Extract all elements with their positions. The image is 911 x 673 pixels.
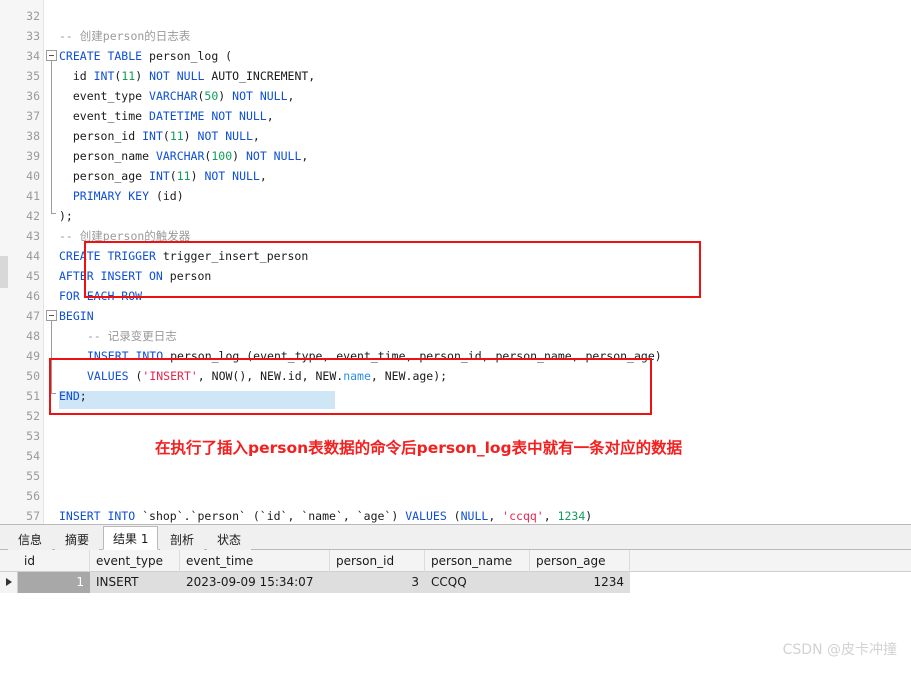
code-text[interactable]: CREATE TRIGGER trigger_insert_person [59, 246, 308, 266]
code-line[interactable]: 48 -- 记录变更日志 [0, 326, 911, 346]
editor-scrollbar-thumb[interactable] [0, 256, 8, 288]
tab-status[interactable]: 状态 [207, 529, 252, 550]
code-fold-toggle-begin[interactable] [46, 310, 57, 321]
code-text[interactable]: VALUES ('INSERT', NOW(), NEW.id, NEW.nam… [87, 366, 447, 386]
code-line[interactable]: 51 END; [0, 386, 911, 406]
code-fold-bracket-end [51, 213, 56, 214]
code-fold-bracket-line [51, 61, 52, 213]
code-line[interactable]: 56 [0, 486, 911, 506]
cell-event-type[interactable]: INSERT [90, 572, 180, 593]
code-line[interactable]: 40 person_age INT(11) NOT NULL, [0, 166, 911, 186]
code-text[interactable]: person_id INT(11) NOT NULL, [59, 126, 260, 146]
code-text[interactable]: PRIMARY KEY (id) [59, 186, 184, 206]
sql-editor[interactable]: 31 32 33 -- 创建person的日志表 34 CREATE TABLE… [0, 0, 911, 524]
result-panel: 信息 摘要 结果 1 剖析 状态 id event_type event_tim… [0, 524, 911, 673]
tab-summary[interactable]: 摘要 [55, 529, 100, 550]
annotation-note-text: 在执行了插入person表数据的命令后person_log表中就有一条对应的数据 [155, 439, 683, 457]
sql-client-window: 31 32 33 -- 创建person的日志表 34 CREATE TABLE… [0, 0, 911, 673]
code-line[interactable]: 36 event_type VARCHAR(50) NOT NULL, [0, 86, 911, 106]
code-line[interactable]: 57 INSERT INTO `shop`.`person` (`id`, `n… [0, 506, 911, 524]
code-text[interactable]: person_name VARCHAR(100) NOT NULL, [59, 146, 308, 166]
cell-person-id[interactable]: 3 [330, 572, 425, 593]
code-line[interactable]: 55 [0, 466, 911, 486]
code-line[interactable]: 34 CREATE TABLE person_log ( [0, 46, 911, 66]
column-header-event-type[interactable]: event_type [90, 550, 180, 572]
code-line[interactable]: 33 -- 创建person的日志表 [0, 26, 911, 46]
code-text[interactable]: event_time DATETIME NOT NULL, [59, 106, 274, 126]
column-header-person-age[interactable]: person_age [530, 550, 630, 572]
column-header-person-id[interactable]: person_id [330, 550, 425, 572]
row-current-indicator [0, 572, 18, 593]
code-line[interactable]: 37 event_time DATETIME NOT NULL, [0, 106, 911, 126]
code-line[interactable]: 52 [0, 406, 911, 426]
editor-vertical-scrollbar[interactable] [0, 0, 8, 524]
code-text[interactable]: AFTER INSERT ON person [59, 266, 211, 286]
code-fold-bracket-line [51, 321, 52, 393]
code-line[interactable]: 41 PRIMARY KEY (id) [0, 186, 911, 206]
code-line[interactable]: 50 VALUES ('INSERT', NOW(), NEW.id, NEW.… [0, 366, 911, 386]
code-line[interactable]: 35 id INT(11) NOT NULL AUTO_INCREMENT, [0, 66, 911, 86]
column-header-event-time[interactable]: event_time [180, 550, 330, 572]
code-line[interactable]: 49 INSERT INTO person_log (event_type, e… [0, 346, 911, 366]
code-fold-toggle-create-table[interactable] [46, 50, 57, 61]
code-text[interactable]: id INT(11) NOT NULL AUTO_INCREMENT, [59, 66, 315, 86]
column-header-person-name[interactable]: person_name [425, 550, 530, 572]
code-text[interactable]: person_age INT(11) NOT NULL, [59, 166, 267, 186]
code-line[interactable]: 38 person_id INT(11) NOT NULL, [0, 126, 911, 146]
code-text[interactable]: -- 创建person的日志表 [59, 26, 190, 46]
code-line[interactable]: 39 person_name VARCHAR(100) NOT NULL, [0, 146, 911, 166]
code-text[interactable]: INSERT INTO `shop`.`person` (`id`, `name… [59, 506, 592, 524]
code-fold-bracket-end [51, 393, 56, 394]
code-text[interactable]: CREATE TABLE person_log ( [59, 46, 232, 66]
tab-result-1[interactable]: 结果 1 [103, 526, 159, 550]
result-grid-empty-area [0, 593, 911, 673]
code-line[interactable]: 46 FOR EACH ROW [0, 286, 911, 306]
code-text[interactable]: -- 创建person的触发器 [59, 226, 190, 246]
result-tabbar: 信息 摘要 结果 1 剖析 状态 [0, 525, 911, 550]
code-text[interactable]: event_type VARCHAR(50) NOT NULL, [59, 86, 295, 106]
code-line[interactable]: 43 -- 创建person的触发器 [0, 226, 911, 246]
code-line[interactable]: 47 BEGIN [0, 306, 911, 326]
cell-event-time[interactable]: 2023-09-09 15:34:07 [180, 572, 330, 593]
code-text[interactable]: -- 记录变更日志 [87, 326, 177, 346]
code-text[interactable]: INSERT INTO person_log (event_type, even… [87, 346, 662, 366]
code-line[interactable]: 45 AFTER INSERT ON person [0, 266, 911, 286]
cell-person-age[interactable]: 1234 [530, 572, 630, 593]
cell-id[interactable]: 1 [18, 572, 90, 593]
tab-profile[interactable]: 剖析 [160, 529, 205, 550]
result-grid-header: id event_type event_time person_id perso… [0, 550, 911, 572]
cell-person-name[interactable]: CCQQ [425, 572, 530, 593]
result-grid[interactable]: id event_type event_time person_id perso… [0, 550, 911, 673]
code-text[interactable]: END; [59, 386, 87, 406]
code-line[interactable]: 32 [0, 6, 911, 26]
code-text[interactable]: ); [59, 206, 73, 226]
watermark-text: CSDN @皮卡冲撞 [782, 642, 897, 658]
column-header-id[interactable]: id [18, 550, 90, 572]
code-text[interactable]: FOR EACH ROW [59, 286, 142, 306]
code-line[interactable]: 44 CREATE TRIGGER trigger_insert_person [0, 246, 911, 266]
code-text[interactable]: BEGIN [59, 306, 94, 326]
tab-info[interactable]: 信息 [8, 529, 53, 550]
code-line[interactable]: 42 ); [0, 206, 911, 226]
